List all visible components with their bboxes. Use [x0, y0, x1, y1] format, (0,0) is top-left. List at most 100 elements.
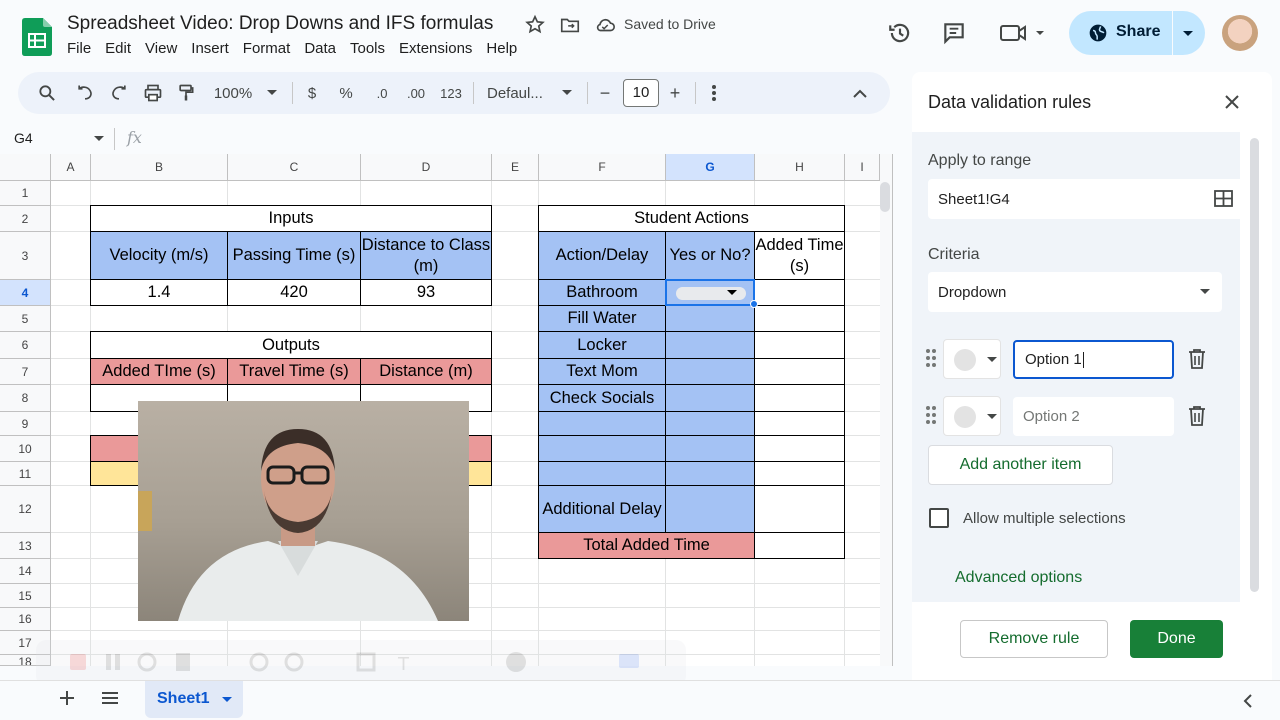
- add-sheet-icon[interactable]: [58, 689, 76, 707]
- sheets-logo-icon[interactable]: [22, 18, 52, 56]
- added-time-output-header[interactable]: Added TIme (s): [90, 358, 228, 385]
- row-header[interactable]: 16: [0, 608, 51, 631]
- action-cell-bathroom[interactable]: Bathroom: [538, 279, 666, 306]
- cloud-saved-icon[interactable]: [594, 14, 616, 36]
- row-header[interactable]: 13: [0, 533, 51, 559]
- column-header[interactable]: C: [228, 154, 361, 181]
- added-time-cell[interactable]: [754, 485, 845, 533]
- added-time-cell[interactable]: [754, 411, 845, 436]
- sheet-tab-dropdown-icon[interactable]: [222, 697, 232, 703]
- all-sheets-icon[interactable]: [101, 691, 119, 705]
- row-header[interactable]: 1: [0, 181, 51, 206]
- student-actions-title-cell[interactable]: Student Actions: [538, 205, 845, 232]
- vertical-scrollbar-thumb[interactable]: [880, 182, 890, 212]
- action-cell-locker[interactable]: Locker: [538, 331, 666, 359]
- range-input[interactable]: Sheet1!G4: [928, 179, 1244, 219]
- yes-no-cell[interactable]: [665, 384, 755, 412]
- print-icon[interactable]: [142, 82, 164, 104]
- velocity-header-cell[interactable]: Velocity (m/s): [90, 231, 228, 280]
- drag-handle-icon[interactable]: [926, 349, 936, 367]
- menu-file[interactable]: File: [67, 40, 99, 57]
- select-all-corner[interactable]: [0, 154, 51, 181]
- row-header[interactable]: 3: [0, 232, 51, 280]
- option2-input[interactable]: Option 2: [1013, 397, 1174, 436]
- yes-no-header-cell[interactable]: Yes or No?: [665, 231, 755, 280]
- menu-view[interactable]: View: [145, 40, 185, 57]
- added-time-cell[interactable]: [754, 384, 845, 412]
- menu-tools[interactable]: Tools: [350, 40, 393, 57]
- hide-menus-chevron-icon[interactable]: [850, 82, 870, 104]
- distance-value-cell[interactable]: 93: [360, 279, 492, 306]
- total-added-time-cell[interactable]: Total Added Time: [538, 532, 755, 559]
- move-folder-icon[interactable]: [559, 14, 581, 36]
- yes-no-cell[interactable]: [665, 331, 755, 359]
- action-cell-text-mom[interactable]: Text Mom: [538, 358, 666, 385]
- version-history-icon[interactable]: [887, 20, 913, 46]
- criteria-dropdown-icon[interactable]: [1200, 289, 1210, 295]
- fill-handle[interactable]: [750, 300, 758, 308]
- dropdown-chip[interactable]: [676, 287, 746, 300]
- advanced-options-toggle[interactable]: Advanced options: [955, 569, 1082, 587]
- collapse-panel-chevron-icon[interactable]: [1243, 694, 1253, 708]
- zoom-select[interactable]: 100%: [211, 82, 255, 104]
- name-box-dropdown-icon[interactable]: [94, 136, 104, 142]
- action-cell-fill-water[interactable]: Fill Water: [538, 305, 666, 332]
- column-header[interactable]: H: [755, 154, 845, 181]
- passing-time-header-cell[interactable]: Passing Time (s): [227, 231, 361, 280]
- row-header[interactable]: 9: [0, 412, 51, 436]
- travel-time-header[interactable]: Travel Time (s): [227, 358, 361, 385]
- decrease-font-size-button[interactable]: −: [598, 82, 612, 104]
- share-dropdown-icon[interactable]: [1182, 30, 1194, 38]
- added-time-cell[interactable]: [754, 435, 845, 462]
- yes-no-cell[interactable]: [665, 435, 755, 462]
- comments-icon[interactable]: [941, 20, 967, 46]
- column-header[interactable]: E: [492, 154, 539, 181]
- menu-edit[interactable]: Edit: [105, 40, 139, 57]
- total-added-time-value-cell[interactable]: [754, 532, 845, 559]
- passing-time-value-cell[interactable]: 420: [227, 279, 361, 306]
- action-delay-header-cell[interactable]: Action/Delay: [538, 231, 666, 280]
- increase-decimal-button[interactable]: .00: [403, 82, 429, 104]
- decrease-decimal-button[interactable]: .0: [370, 82, 394, 104]
- select-range-grid-icon[interactable]: [1214, 190, 1233, 207]
- added-time-cell[interactable]: [754, 279, 845, 306]
- action-cell-check-socials[interactable]: Check Socials: [538, 384, 666, 412]
- menu-extensions[interactable]: Extensions: [399, 40, 480, 57]
- yes-no-cell[interactable]: [665, 411, 755, 436]
- added-time-cell[interactable]: [754, 358, 845, 385]
- row-header[interactable]: 15: [0, 584, 51, 608]
- document-title[interactable]: Spreadsheet Video: Drop Downs and IFS fo…: [67, 13, 493, 35]
- distance-output-header[interactable]: Distance (m): [360, 358, 492, 385]
- action-cell-empty[interactable]: [538, 435, 666, 462]
- action-cell-empty[interactable]: [538, 461, 666, 486]
- velocity-value-cell[interactable]: 1.4: [90, 279, 228, 306]
- added-time-cell[interactable]: [754, 461, 845, 486]
- zoom-dropdown-icon[interactable]: [266, 82, 278, 104]
- row-header[interactable]: 6: [0, 332, 51, 359]
- add-another-item-button[interactable]: Add another item: [928, 445, 1113, 485]
- scrollbar-track[interactable]: [880, 154, 893, 666]
- yes-no-cell[interactable]: [665, 305, 755, 332]
- close-icon[interactable]: [1223, 93, 1241, 111]
- font-dropdown-icon[interactable]: [561, 82, 573, 104]
- delete-option1-trash-icon[interactable]: [1187, 348, 1207, 370]
- panel-scrollbar-thumb[interactable]: [1250, 138, 1259, 592]
- redo-icon[interactable]: [108, 82, 130, 104]
- row-header-selected[interactable]: 4: [0, 280, 51, 306]
- done-button[interactable]: Done: [1130, 620, 1223, 658]
- column-header-selected[interactable]: G: [666, 154, 755, 181]
- added-time-cell[interactable]: [754, 331, 845, 359]
- yes-no-cell[interactable]: [665, 485, 755, 533]
- column-header[interactable]: D: [361, 154, 492, 181]
- column-header[interactable]: B: [91, 154, 228, 181]
- criteria-select[interactable]: Dropdown: [928, 272, 1222, 312]
- row-header[interactable]: 10: [0, 436, 51, 462]
- additional-delay-cell[interactable]: Additional Delay: [538, 485, 666, 533]
- yes-no-cell[interactable]: [665, 461, 755, 486]
- added-time-header-cell[interactable]: Added Time (s): [754, 231, 845, 280]
- menu-data[interactable]: Data: [304, 40, 344, 57]
- option1-color-picker[interactable]: [943, 339, 1001, 379]
- row-header[interactable]: 11: [0, 462, 51, 486]
- more-options-icon[interactable]: [708, 82, 720, 104]
- allow-multiple-checkbox[interactable]: [929, 508, 949, 528]
